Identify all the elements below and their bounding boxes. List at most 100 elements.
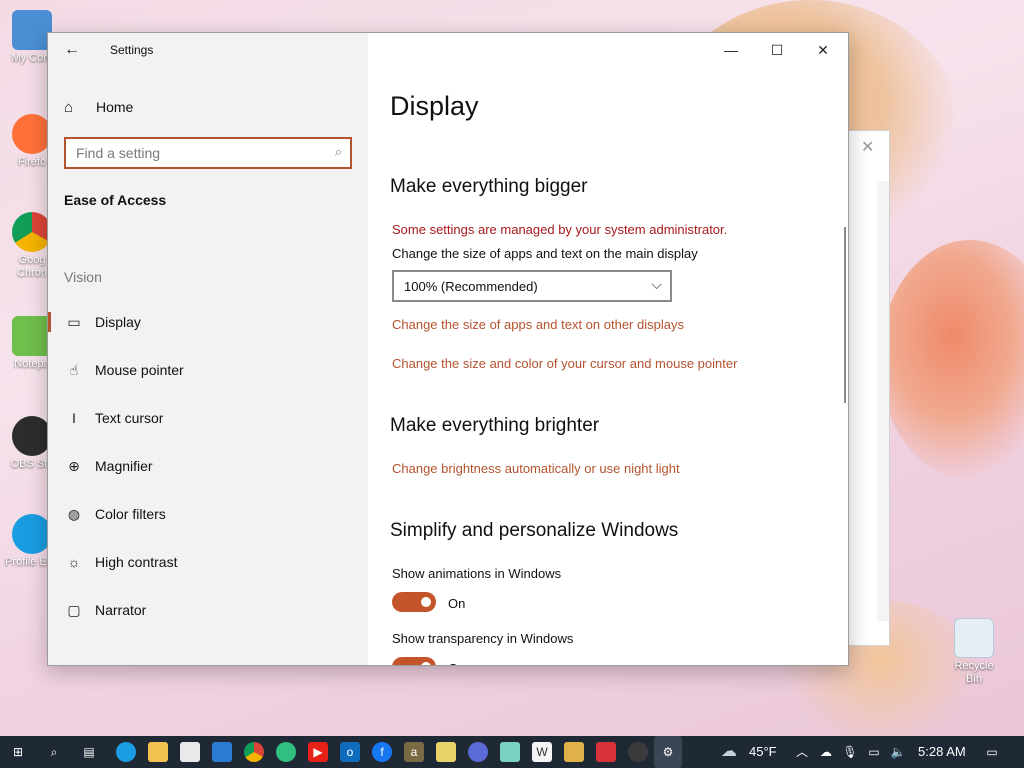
- animations-state: On: [448, 596, 466, 611]
- store-icon[interactable]: [180, 742, 200, 762]
- back-arrow-icon[interactable]: ←: [64, 41, 88, 61]
- search-input[interactable]: [76, 145, 316, 161]
- settings-icon[interactable]: ⚙: [654, 736, 682, 768]
- group-label: Vision: [64, 269, 102, 285]
- amazon-icon[interactable]: a: [404, 742, 424, 762]
- animations-toggle[interactable]: [392, 592, 436, 612]
- link-brightness[interactable]: Change brightness automatically or use n…: [392, 461, 680, 476]
- clock-time[interactable]: 5:28 AM: [918, 744, 966, 759]
- active-indicator: [48, 552, 51, 572]
- main-content: — ☐ ✕ Display Make everything bigger Som…: [368, 33, 848, 665]
- home-icon: ⌂: [64, 98, 74, 116]
- calendar-app-icon[interactable]: [436, 742, 456, 762]
- taskbar: ⊞ ⌕ ▤ ▶ o f a W ⚙ ☁ 45°F ︿ ☁ 🎙 ▭ 🔈 5:28 …: [0, 736, 1024, 768]
- minimize-button[interactable]: —: [708, 35, 754, 65]
- toggle-knob: [421, 597, 431, 607]
- chrome-icon: [12, 212, 52, 252]
- word-icon[interactable]: W: [532, 742, 552, 762]
- microphone-icon[interactable]: 🎙: [840, 742, 860, 762]
- sidebar-item-magnifier[interactable]: ⊕ Magnifier: [48, 446, 368, 486]
- edge-dev-icon[interactable]: [276, 742, 296, 762]
- transparency-state: On: [448, 661, 465, 665]
- text-cursor-icon: I: [72, 410, 76, 426]
- search-icon[interactable]: ⌕: [44, 742, 64, 762]
- narrator-icon: ▢: [67, 601, 81, 618]
- chevron-down-icon: ⌵: [651, 276, 662, 292]
- section-heading-simplify: Simplify and personalize Windows: [390, 520, 679, 541]
- obs-icon[interactable]: [628, 742, 648, 762]
- section-heading-brighter: Make everything brighter: [390, 415, 600, 436]
- edge-icon: [12, 514, 52, 554]
- active-indicator: [48, 504, 51, 524]
- maximize-button[interactable]: ☐: [754, 35, 800, 65]
- magnifier-icon: ⊕: [68, 457, 80, 474]
- sidebar-item-color-filters[interactable]: ◍ Color filters: [48, 494, 368, 534]
- animations-label: Show animations in Windows: [392, 566, 562, 581]
- desktop-icon-recycle-bin[interactable]: Recycle Bin: [946, 618, 1002, 686]
- scrollbar[interactable]: [877, 181, 889, 621]
- mouse-pointer-icon: ☝: [69, 361, 79, 378]
- volume-icon[interactable]: 🔈: [888, 742, 908, 762]
- cloud-icon[interactable]: ☁: [716, 742, 742, 762]
- transparency-toggle[interactable]: [392, 657, 436, 665]
- search-icon: ⌕: [334, 144, 342, 159]
- active-indicator: [48, 600, 51, 620]
- outlook-icon[interactable]: o: [340, 742, 360, 762]
- firefox-icon: [12, 114, 52, 154]
- active-indicator: [48, 312, 51, 332]
- search-box[interactable]: ⌕: [64, 137, 352, 169]
- size-label: Change the size of apps and text on the …: [392, 246, 698, 261]
- sidebar-item-display[interactable]: ▭ Display: [48, 302, 368, 342]
- notifications-icon[interactable]: ▭: [982, 742, 1002, 762]
- sidebar-item-high-contrast[interactable]: ☼ High contrast: [48, 542, 368, 582]
- link-other-displays[interactable]: Change the size of apps and text on othe…: [392, 317, 684, 332]
- toggle-knob: [421, 662, 431, 665]
- recycle-bin-icon: [954, 618, 994, 658]
- sidebar-item-label: Color filters: [95, 506, 166, 522]
- facebook-icon[interactable]: f: [372, 742, 392, 762]
- onedrive-icon[interactable]: ☁: [816, 742, 836, 762]
- sidebar-item-home[interactable]: ⌂ Home: [64, 95, 133, 119]
- network-icon[interactable]: ▭: [864, 742, 884, 762]
- sidebar-item-label: Text cursor: [95, 410, 164, 426]
- scrollbar[interactable]: [844, 227, 846, 403]
- weather-temperature[interactable]: 45°F: [749, 744, 777, 759]
- size-dropdown-value: 100% (Recommended): [404, 279, 538, 294]
- task-view-icon[interactable]: ▤: [79, 742, 99, 762]
- sidebar-item-label: Magnifier: [95, 458, 153, 474]
- size-dropdown[interactable]: 100% (Recommended) ⌵: [392, 270, 672, 302]
- display-icon: ▭: [67, 313, 81, 330]
- file-explorer-icon[interactable]: [148, 742, 168, 762]
- sidebar-item-text-cursor[interactable]: I Text cursor: [48, 398, 368, 438]
- notepad-icon[interactable]: [500, 742, 520, 762]
- package-icon[interactable]: [564, 742, 584, 762]
- youtube-icon[interactable]: ▶: [308, 742, 328, 762]
- close-button[interactable]: ✕: [800, 35, 846, 65]
- start-icon[interactable]: ⊞: [8, 742, 28, 762]
- link-cursor-size[interactable]: Change the size and color of your cursor…: [392, 356, 737, 371]
- sidebar-item-mouse-pointer[interactable]: ☝ Mouse pointer: [48, 350, 368, 390]
- video-icon[interactable]: [468, 742, 488, 762]
- active-indicator: [48, 408, 51, 428]
- sidebar-item-narrator[interactable]: ▢ Narrator: [48, 590, 368, 630]
- high-contrast-icon: ☼: [67, 554, 81, 570]
- chevron-up-icon[interactable]: ︿: [792, 742, 812, 762]
- sidebar-item-label: Narrator: [95, 602, 147, 618]
- computer-icon: [12, 10, 52, 50]
- section-heading-bigger: Make everything bigger: [390, 176, 588, 197]
- close-icon[interactable]: ✕: [861, 137, 874, 157]
- edge-icon[interactable]: [116, 742, 136, 762]
- color-filters-icon: ◍: [67, 505, 81, 522]
- sidebar-item-label: Home: [96, 99, 134, 115]
- transparency-label: Show transparency in Windows: [392, 631, 574, 646]
- app-red-icon[interactable]: [596, 742, 616, 762]
- active-indicator: [48, 360, 51, 380]
- settings-window: ← Settings ⌂ Home ⌕ Ease of Access Visio…: [47, 32, 849, 666]
- active-indicator: [48, 456, 51, 476]
- wallpaper-petal: [880, 240, 1024, 480]
- mail-icon[interactable]: [212, 742, 232, 762]
- sidebar-item-label: Mouse pointer: [95, 362, 184, 378]
- notepad-icon: [12, 316, 52, 356]
- category-title: Ease of Access: [64, 192, 167, 208]
- chrome-icon[interactable]: [244, 742, 264, 762]
